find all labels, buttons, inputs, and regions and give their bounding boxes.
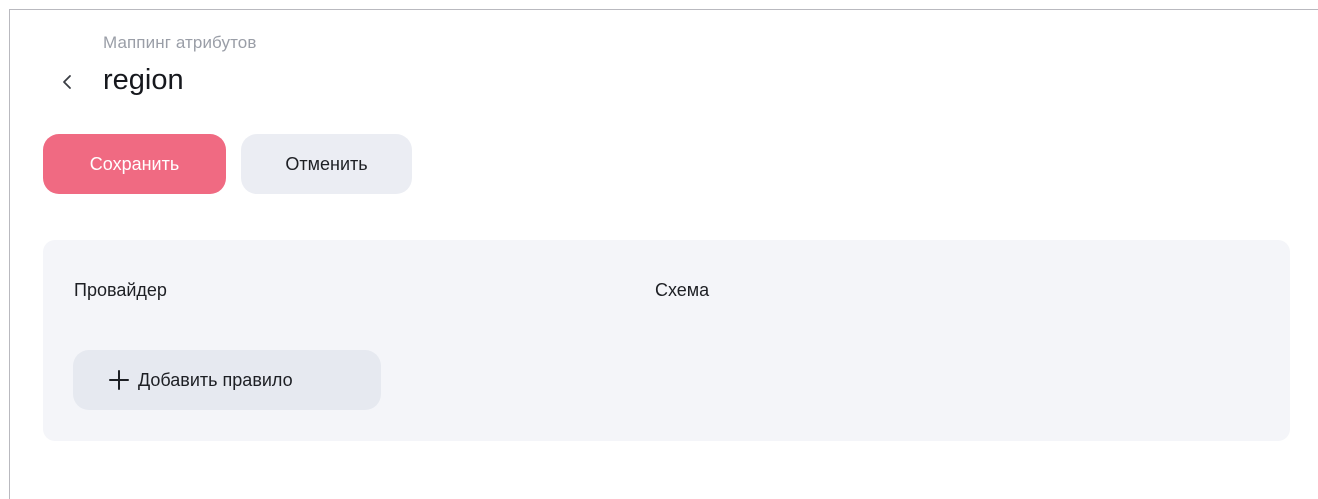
rules-panel	[43, 240, 1290, 441]
column-header-provider: Провайдер	[74, 280, 167, 300]
breadcrumb[interactable]: Маппинг атрибутов	[103, 33, 257, 53]
column-header-schema: Схема	[655, 280, 710, 300]
cancel-button[interactable]: Отменить	[241, 134, 412, 194]
add-rule-label: Добавить правило	[138, 369, 293, 390]
save-button[interactable]: Сохранить	[43, 134, 226, 194]
add-rule-button[interactable]: Добавить правило	[73, 350, 381, 410]
page-title: region	[103, 64, 184, 96]
plus-icon	[108, 369, 130, 391]
chevron-left-icon[interactable]	[55, 70, 79, 94]
